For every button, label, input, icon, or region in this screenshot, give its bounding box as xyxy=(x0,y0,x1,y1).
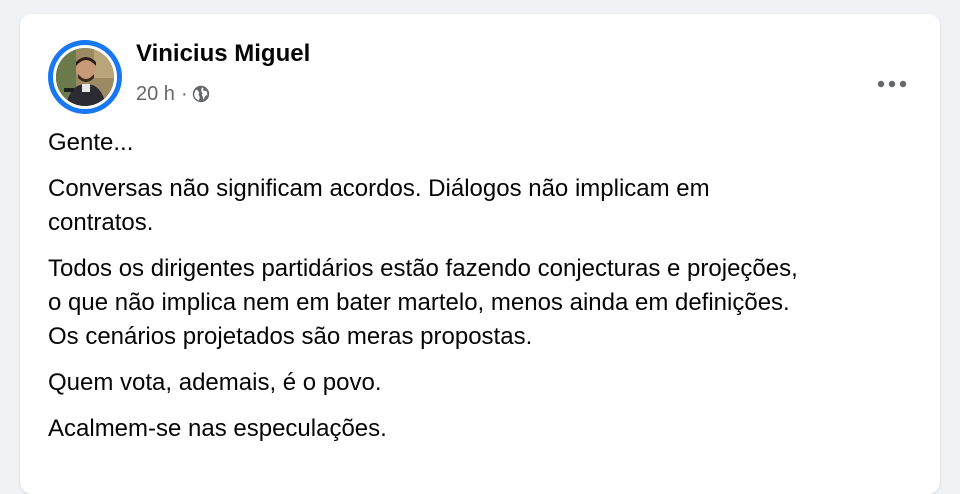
more-options-icon xyxy=(877,80,907,88)
meta-separator: · xyxy=(180,83,188,105)
post-paragraph: Gente... xyxy=(48,129,134,156)
post-paragraph: Todos os dirigentes partidários estão fa… xyxy=(48,255,798,350)
author-name[interactable]: Vinicius Miguel xyxy=(136,40,310,68)
avatar[interactable] xyxy=(56,48,114,106)
avatar-story-ring[interactable] xyxy=(48,40,122,114)
post-timestamp[interactable]: 20 h xyxy=(136,82,175,106)
post-header: Vinicius Miguel 20 h · xyxy=(48,40,912,114)
avatar-photo xyxy=(56,48,114,106)
post-content: Gente... Conversas não significam acordo… xyxy=(48,126,920,458)
post-paragraph: Acalmem-se nas especulações. xyxy=(48,415,387,442)
globe-icon[interactable] xyxy=(192,85,210,103)
post-meta: 20 h · xyxy=(136,82,210,106)
post-paragraph: Quem vota, ademais, é o povo. xyxy=(48,369,382,396)
post-card: Vinicius Miguel 20 h · Gente... Conversa… xyxy=(20,14,940,494)
more-options-button[interactable] xyxy=(872,64,912,104)
post-paragraph: Conversas não significam acordos. Diálog… xyxy=(48,175,710,236)
